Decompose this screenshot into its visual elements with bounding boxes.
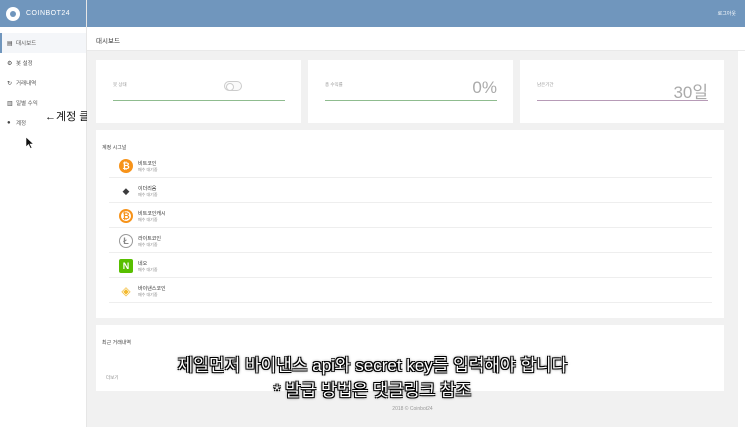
gear-icon: ⚙ bbox=[7, 60, 13, 67]
coin-row-ethereum: ◆ 이더리움 매수 대기중 bbox=[109, 178, 712, 203]
sidebar-item-label: 일별 수익 bbox=[16, 101, 38, 107]
sidebar-item-trade-history[interactable]: ↻ 거래내역 bbox=[0, 73, 86, 93]
litecoin-icon: Ł bbox=[119, 234, 133, 248]
coin-name: 이더리움 bbox=[138, 186, 157, 192]
stat-card-bot-status: 봇 상태 bbox=[96, 60, 301, 123]
coin-name: 바이낸스코인 bbox=[138, 286, 166, 292]
stat-label: 남은기간 bbox=[537, 82, 554, 87]
signals-title: 계정 시그널 bbox=[102, 145, 127, 151]
logout-link[interactable]: 로그아웃 bbox=[718, 10, 736, 17]
bitcoin-cash-icon: ₿ bbox=[119, 209, 133, 223]
coinbot-logo-icon bbox=[6, 6, 20, 21]
page-title: 대시보드 bbox=[96, 38, 120, 45]
coin-status: 매수 대기중 bbox=[138, 217, 158, 222]
subtitle-line-2: * 발급 방법은 댓글링크 참조 bbox=[273, 381, 472, 400]
coin-row-binance-coin: ◈ 바이낸스코인 매수 대기중 bbox=[109, 278, 712, 303]
stat-value: 0% bbox=[472, 78, 497, 97]
coin-status: 매수 대기중 bbox=[138, 192, 158, 197]
coin-row-neo: N 네오 매수 대기중 bbox=[109, 253, 712, 278]
coin-name: 비트코인캐시 bbox=[138, 211, 166, 217]
coin-status: 매수 대기중 bbox=[138, 292, 158, 297]
mouse-cursor-icon bbox=[25, 136, 34, 149]
sidebar-item-dashboard[interactable]: ▤ 대시보드 bbox=[0, 33, 86, 53]
sidebar-item-label: 대시보드 bbox=[16, 41, 37, 47]
signals-card: 계정 시그널 ₿ 비트코인 매수 대기중 ◆ 이더리움 매수 대기중 ₿ 비트코… bbox=[96, 130, 724, 318]
stat-underline bbox=[325, 100, 497, 101]
sidebar-item-label: 거래내역 bbox=[16, 81, 37, 87]
stat-label: 봇 상태 bbox=[113, 82, 127, 87]
coin-status: 매수 대기중 bbox=[138, 267, 158, 272]
brand-name: COINBOT24 bbox=[26, 10, 71, 17]
stat-underline bbox=[113, 100, 285, 101]
coin-status: 매수 대기중 bbox=[138, 242, 158, 247]
coin-name: 비트코인 bbox=[138, 161, 157, 167]
footer-copyright: 2018 © Coinbot24 bbox=[392, 406, 433, 412]
sidebar-item-label: 봇 설정 bbox=[16, 61, 33, 67]
brand-header[interactable]: COINBOT24 bbox=[0, 0, 86, 27]
history-icon: ↻ bbox=[7, 80, 13, 87]
stat-label: 총 수익률 bbox=[325, 82, 343, 87]
info-icon: ● bbox=[7, 120, 11, 126]
sidebar-item-bot-settings[interactable]: ⚙ 봇 설정 bbox=[0, 53, 86, 73]
app-root: COINBOT24 ▤ 대시보드 ⚙ 봇 설정 ↻ 거래내역 ▥ 일별 수익 ●… bbox=[0, 0, 745, 427]
coin-name: 네오 bbox=[138, 261, 148, 267]
top-bar: 로그아웃 bbox=[87, 0, 745, 27]
sidebar-item-label: 계정 bbox=[16, 121, 27, 127]
coin-row-bitcoin-cash: ₿ 비트코인캐시 매수 대기중 bbox=[109, 203, 712, 228]
neo-icon: N bbox=[119, 259, 133, 273]
coin-name: 라이트코인 bbox=[138, 236, 162, 242]
chart-icon: ▥ bbox=[7, 100, 13, 107]
subtitle-line-1: 제일먼저 바이낸스 api와 secret key를 입력해야 합니다 bbox=[177, 356, 568, 375]
ethereum-icon: ◆ bbox=[122, 186, 130, 196]
binance-coin-icon: ◈ bbox=[121, 284, 131, 298]
page-header: 대시보드 bbox=[87, 27, 745, 51]
stat-card-remaining-period: 남은기간 30일 bbox=[520, 60, 724, 123]
stat-underline bbox=[537, 100, 708, 101]
coin-status: 매수 대기중 bbox=[138, 167, 158, 172]
recent-trades-title: 최근 거래내역 bbox=[102, 340, 131, 346]
stat-card-total-return: 총 수익률 0% bbox=[308, 60, 513, 123]
dashboard-icon: ▤ bbox=[7, 40, 13, 47]
bitcoin-icon: ₿ bbox=[119, 159, 133, 173]
bot-status-toggle[interactable] bbox=[224, 81, 242, 91]
coin-row-bitcoin: ₿ 비트코인 매수 대기중 bbox=[109, 153, 712, 178]
coin-row-litecoin: Ł 라이트코인 매수 대기중 bbox=[109, 228, 712, 253]
